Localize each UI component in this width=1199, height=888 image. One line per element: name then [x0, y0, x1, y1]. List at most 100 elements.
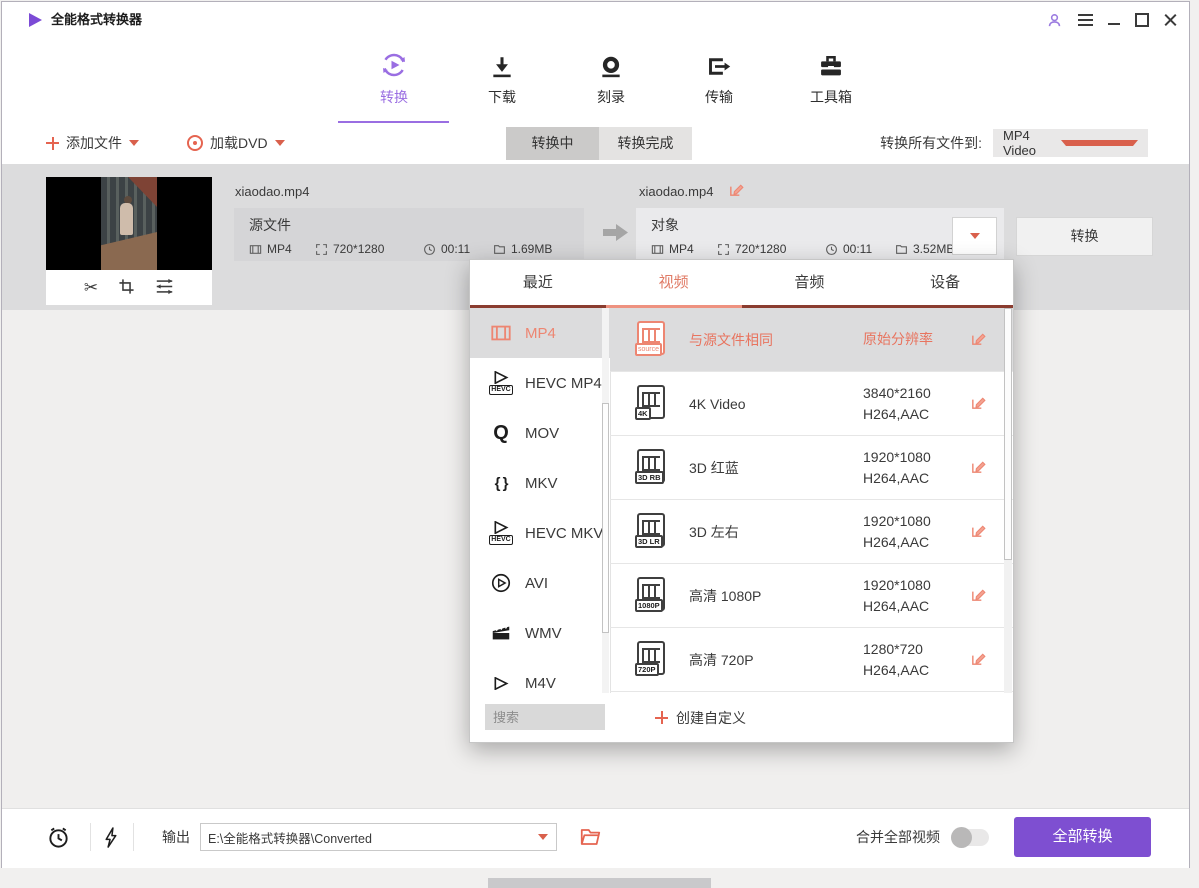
thumbnail-toolbar: ✂	[46, 270, 212, 305]
preset-list: source 与源文件相同 原始分辨率 4K 4K Video 3840*216…	[610, 308, 1013, 693]
chevron-down-icon	[970, 233, 980, 239]
mp4-film-icon	[486, 322, 516, 344]
edit-preset-icon[interactable]	[970, 458, 987, 480]
trim-icon[interactable]: ✂	[84, 279, 98, 296]
preset-3d-leftright[interactable]: 3D LR 3D 左右 1920*1080H264,AAC	[610, 500, 1013, 564]
chevron-down-icon	[1061, 140, 1139, 146]
1080p-file-icon: 1080P	[637, 577, 665, 611]
chevron-down-icon[interactable]	[538, 834, 548, 840]
format-item-avi[interactable]: AVI	[470, 558, 610, 608]
film-icon	[249, 243, 262, 256]
add-file-button[interactable]: 添加文件	[46, 123, 139, 163]
schedule-icon[interactable]	[47, 826, 70, 854]
tab-transfer-label: 传输	[679, 87, 759, 107]
format-item-hevc-mp4[interactable]: HEVC HEVC MP4	[470, 358, 610, 408]
preset-4k-video[interactable]: 4K 4K Video 3840*2160H264,AAC	[610, 372, 1013, 436]
format-item-mkv[interactable]: { } MKV	[470, 458, 610, 508]
output-format-dropdown[interactable]: MP4 Video	[993, 129, 1148, 157]
edit-preset-icon[interactable]	[970, 586, 987, 608]
rename-icon[interactable]	[728, 181, 745, 203]
close-icon[interactable]	[1164, 14, 1177, 27]
format-picker-popup: 最近 视频 音频 设备 MP4 HEVC HEVC MP4 Q MOV { } …	[469, 259, 1014, 743]
output-format-value: MP4 Video	[993, 128, 1061, 158]
effects-icon[interactable]	[155, 278, 174, 298]
format-list: MP4 HEVC HEVC MP4 Q MOV { } MKV HEVC HEV…	[470, 308, 611, 693]
source-format: MP4	[249, 242, 315, 256]
account-icon[interactable]	[1046, 12, 1063, 29]
popup-tab-audio[interactable]: 音频	[742, 260, 878, 305]
tab-convert[interactable]: 转换	[354, 46, 434, 107]
source-filename: xiaodao.mp4	[235, 184, 309, 199]
hevc-play-icon: HEVC	[486, 371, 516, 395]
window-title: 全能格式转换器	[51, 2, 142, 38]
popup-tab-recent[interactable]: 最近	[470, 260, 606, 305]
convert-all-button[interactable]: 全部转换	[1014, 817, 1151, 857]
output-path-dropdown	[200, 823, 557, 851]
tab-download-label: 下载	[462, 87, 542, 107]
tab-toolbox[interactable]: 工具箱	[791, 46, 871, 107]
target-format-dropdown-button[interactable]	[952, 217, 997, 255]
merge-videos-toggle[interactable]	[951, 829, 989, 846]
target-duration: 00:11	[825, 242, 895, 256]
toggle-knob	[951, 827, 972, 848]
folder-icon	[493, 243, 506, 256]
preset-3d-redblue[interactable]: 3D RB 3D 红蓝 1920*1080H264,AAC	[610, 436, 1013, 500]
format-item-m4v[interactable]: M4V	[470, 658, 610, 693]
convert-button[interactable]: 转换	[1016, 217, 1153, 256]
create-custom-button[interactable]: 创建自定义	[655, 693, 746, 742]
convert-all-to-label: 转换所有文件到:	[880, 123, 982, 163]
edit-preset-icon[interactable]	[970, 650, 987, 672]
format-item-hevc-mkv[interactable]: HEVC HEVC MKV	[470, 508, 610, 558]
performance-icon[interactable]	[104, 827, 118, 853]
edit-preset-icon[interactable]	[970, 522, 987, 544]
arrow-right-icon	[603, 223, 629, 247]
plus-icon	[655, 711, 668, 724]
popup-tab-device[interactable]: 设备	[877, 260, 1013, 305]
preset-hd-720p[interactable]: 720P 高清 720P 1280*720H264,AAC	[610, 628, 1013, 692]
maximize-icon[interactable]	[1135, 13, 1149, 27]
format-item-mov[interactable]: Q MOV	[470, 408, 610, 458]
popup-tab-video[interactable]: 视频	[606, 260, 742, 305]
scrollbar-thumb[interactable]	[1004, 308, 1012, 560]
scrollbar-thumb[interactable]	[602, 403, 609, 633]
main-nav: 转换 下载 刻录 传输 工具箱	[2, 38, 1189, 124]
load-dvd-button[interactable]: 加载DVD	[187, 123, 285, 163]
folder-icon	[895, 243, 908, 256]
popup-footer: 创建自定义	[470, 693, 1013, 742]
add-file-label: 添加文件	[66, 133, 122, 153]
format-item-wmv[interactable]: WMV	[470, 608, 610, 658]
search-input[interactable]	[485, 704, 605, 730]
edit-preset-icon[interactable]	[970, 394, 987, 416]
menu-icon[interactable]	[1078, 11, 1093, 29]
tab-burn-label: 刻录	[571, 87, 651, 107]
preset-hd-1080p[interactable]: 1080P 高清 1080P 1920*1080H264,AAC	[610, 564, 1013, 628]
preset-list-scrollbar[interactable]	[1004, 308, 1012, 693]
output-label: 输出	[162, 809, 190, 865]
format-item-mp4[interactable]: MP4	[470, 308, 610, 358]
download-icon	[462, 46, 542, 80]
app-window: 全能格式转换器 转换 下载 刻录	[1, 1, 1190, 868]
preset-same-as-source[interactable]: source 与源文件相同 原始分辨率	[610, 308, 1013, 372]
format-list-scrollbar[interactable]	[602, 308, 609, 693]
quicktime-icon: Q	[486, 423, 516, 443]
plus-icon	[46, 137, 59, 150]
convert-icon	[354, 46, 434, 80]
bottombar: 输出 合并全部视频 全部转换	[2, 808, 1189, 868]
edit-preset-icon[interactable]	[970, 330, 987, 352]
target-resolution: 720*1280	[717, 242, 825, 256]
crop-icon[interactable]	[118, 278, 135, 298]
tab-download[interactable]: 下载	[462, 46, 542, 107]
tab-burn[interactable]: 刻录	[571, 46, 651, 107]
open-folder-icon[interactable]	[580, 828, 601, 851]
tab-converting[interactable]: 转换中	[506, 127, 599, 160]
video-thumbnail: ✂	[46, 177, 212, 305]
burn-icon	[571, 46, 651, 80]
tab-converted[interactable]: 转换完成	[599, 127, 692, 160]
output-path-input[interactable]	[200, 823, 557, 851]
target-format: MP4	[651, 242, 717, 256]
minimize-icon[interactable]	[1108, 23, 1120, 25]
matroska-icon: { }	[486, 475, 516, 492]
target-filename: xiaodao.mp4	[639, 184, 713, 199]
tab-transfer[interactable]: 传输	[679, 46, 759, 107]
clapperboard-icon	[486, 622, 516, 644]
